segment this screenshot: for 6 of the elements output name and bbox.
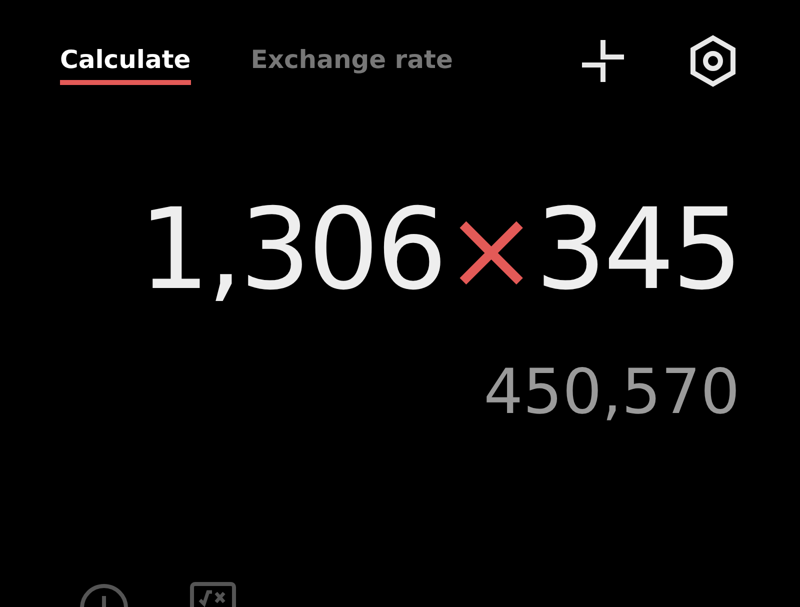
expression: 1,306×345	[138, 185, 741, 315]
collapse-icon[interactable]	[580, 38, 626, 84]
settings-icon[interactable]	[690, 35, 736, 87]
tab[interactable]: Calculate	[60, 45, 191, 85]
result: 450,570	[482, 355, 741, 428]
tab[interactable]: Exchange rate	[250, 45, 453, 85]
